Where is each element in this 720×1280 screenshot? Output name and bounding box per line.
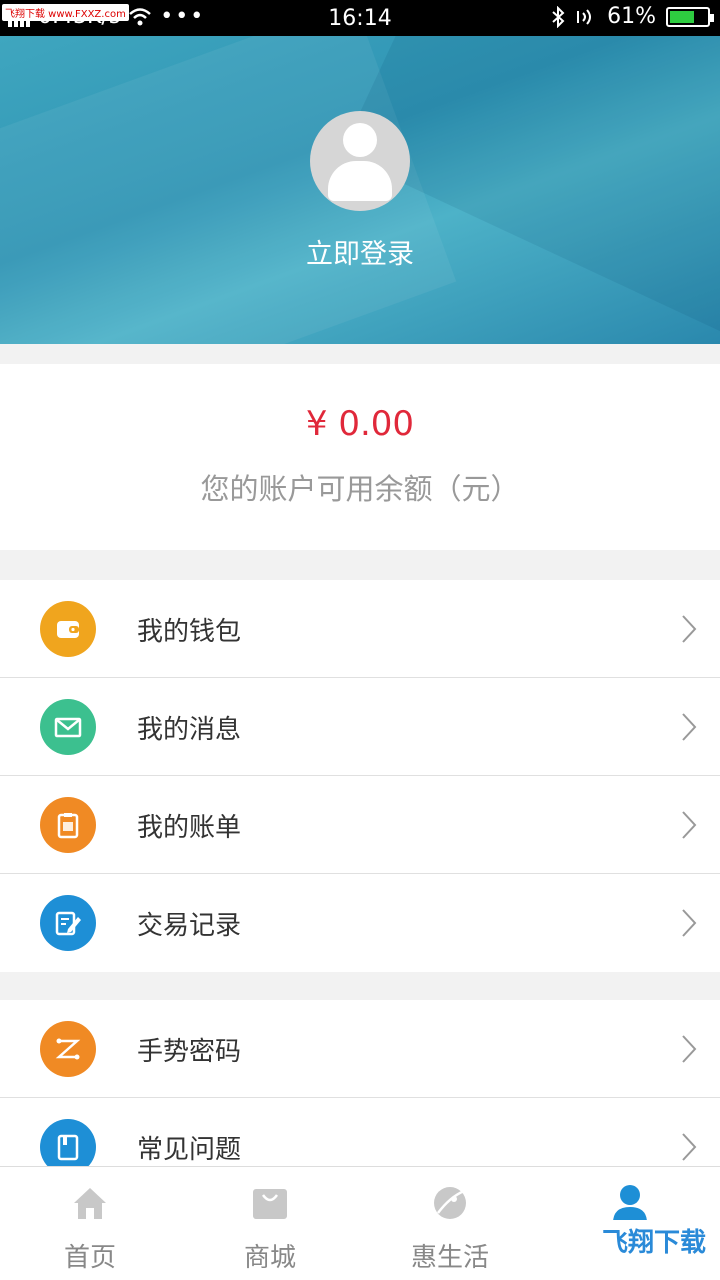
watermark-small: 飞翔下载 www.FXXZ.com: [2, 4, 129, 21]
menu-item-messages[interactable]: 我的消息: [0, 678, 720, 776]
gesture-icon: [40, 1021, 96, 1077]
menu-item-label: 我的钱包: [137, 617, 242, 647]
menu-group-1: 我的钱包 我的消息 我的账单 交易记录: [0, 580, 720, 972]
person-icon: [613, 1185, 647, 1223]
chevron-right-icon: [682, 713, 697, 741]
battery-icon: [666, 6, 714, 27]
menu-item-label: 常见问题: [137, 1135, 242, 1165]
balance-label: 您的账户可用余额（元）: [200, 472, 520, 506]
menu-item-label: 交易记录: [137, 911, 242, 941]
shopping-bag-icon: [253, 1189, 287, 1219]
menu-item-label: 手势密码: [137, 1037, 242, 1067]
menu-item-bills[interactable]: 我的账单: [0, 776, 720, 874]
tab-mall[interactable]: 商城: [180, 1167, 360, 1280]
tab-life[interactable]: 惠生活: [360, 1167, 540, 1280]
chevron-right-icon: [682, 811, 697, 839]
battery-percent: 61%: [607, 4, 656, 29]
balance-amount: ¥ 0.00: [305, 404, 415, 444]
balance-card: ¥ 0.00 您的账户可用余额（元）: [0, 364, 720, 550]
planet-icon: [434, 1187, 466, 1219]
tab-label: 商城: [243, 1243, 296, 1273]
edit-icon: [40, 895, 96, 951]
home-icon: [74, 1188, 106, 1219]
menu-item-label: 我的账单: [137, 813, 242, 843]
wallet-icon: [40, 601, 96, 657]
chevron-right-icon: [682, 615, 697, 643]
nfc-icon: [577, 8, 592, 25]
chevron-right-icon: [682, 909, 697, 937]
mail-icon: [40, 699, 96, 755]
chevron-right-icon: [682, 1035, 697, 1063]
profile-header: 立即登录: [0, 36, 720, 344]
bluetooth-icon: [552, 5, 565, 28]
login-link[interactable]: 立即登录: [0, 232, 720, 271]
menu-item-transactions[interactable]: 交易记录: [0, 874, 720, 972]
avatar[interactable]: [310, 111, 410, 211]
menu-item-wallet[interactable]: 我的钱包: [0, 580, 720, 678]
tab-label: 惠生活: [410, 1243, 489, 1273]
chevron-right-icon: [682, 1133, 697, 1161]
clipboard-icon: [40, 797, 96, 853]
menu-item-gesture-password[interactable]: 手势密码: [0, 1000, 720, 1098]
tab-home[interactable]: 首页: [0, 1167, 180, 1280]
tab-label: 首页: [63, 1243, 116, 1273]
watermark-logo: 飞翔下载: [595, 1220, 712, 1261]
menu-item-label: 我的消息: [137, 715, 242, 745]
status-right: 61%: [551, 4, 714, 29]
